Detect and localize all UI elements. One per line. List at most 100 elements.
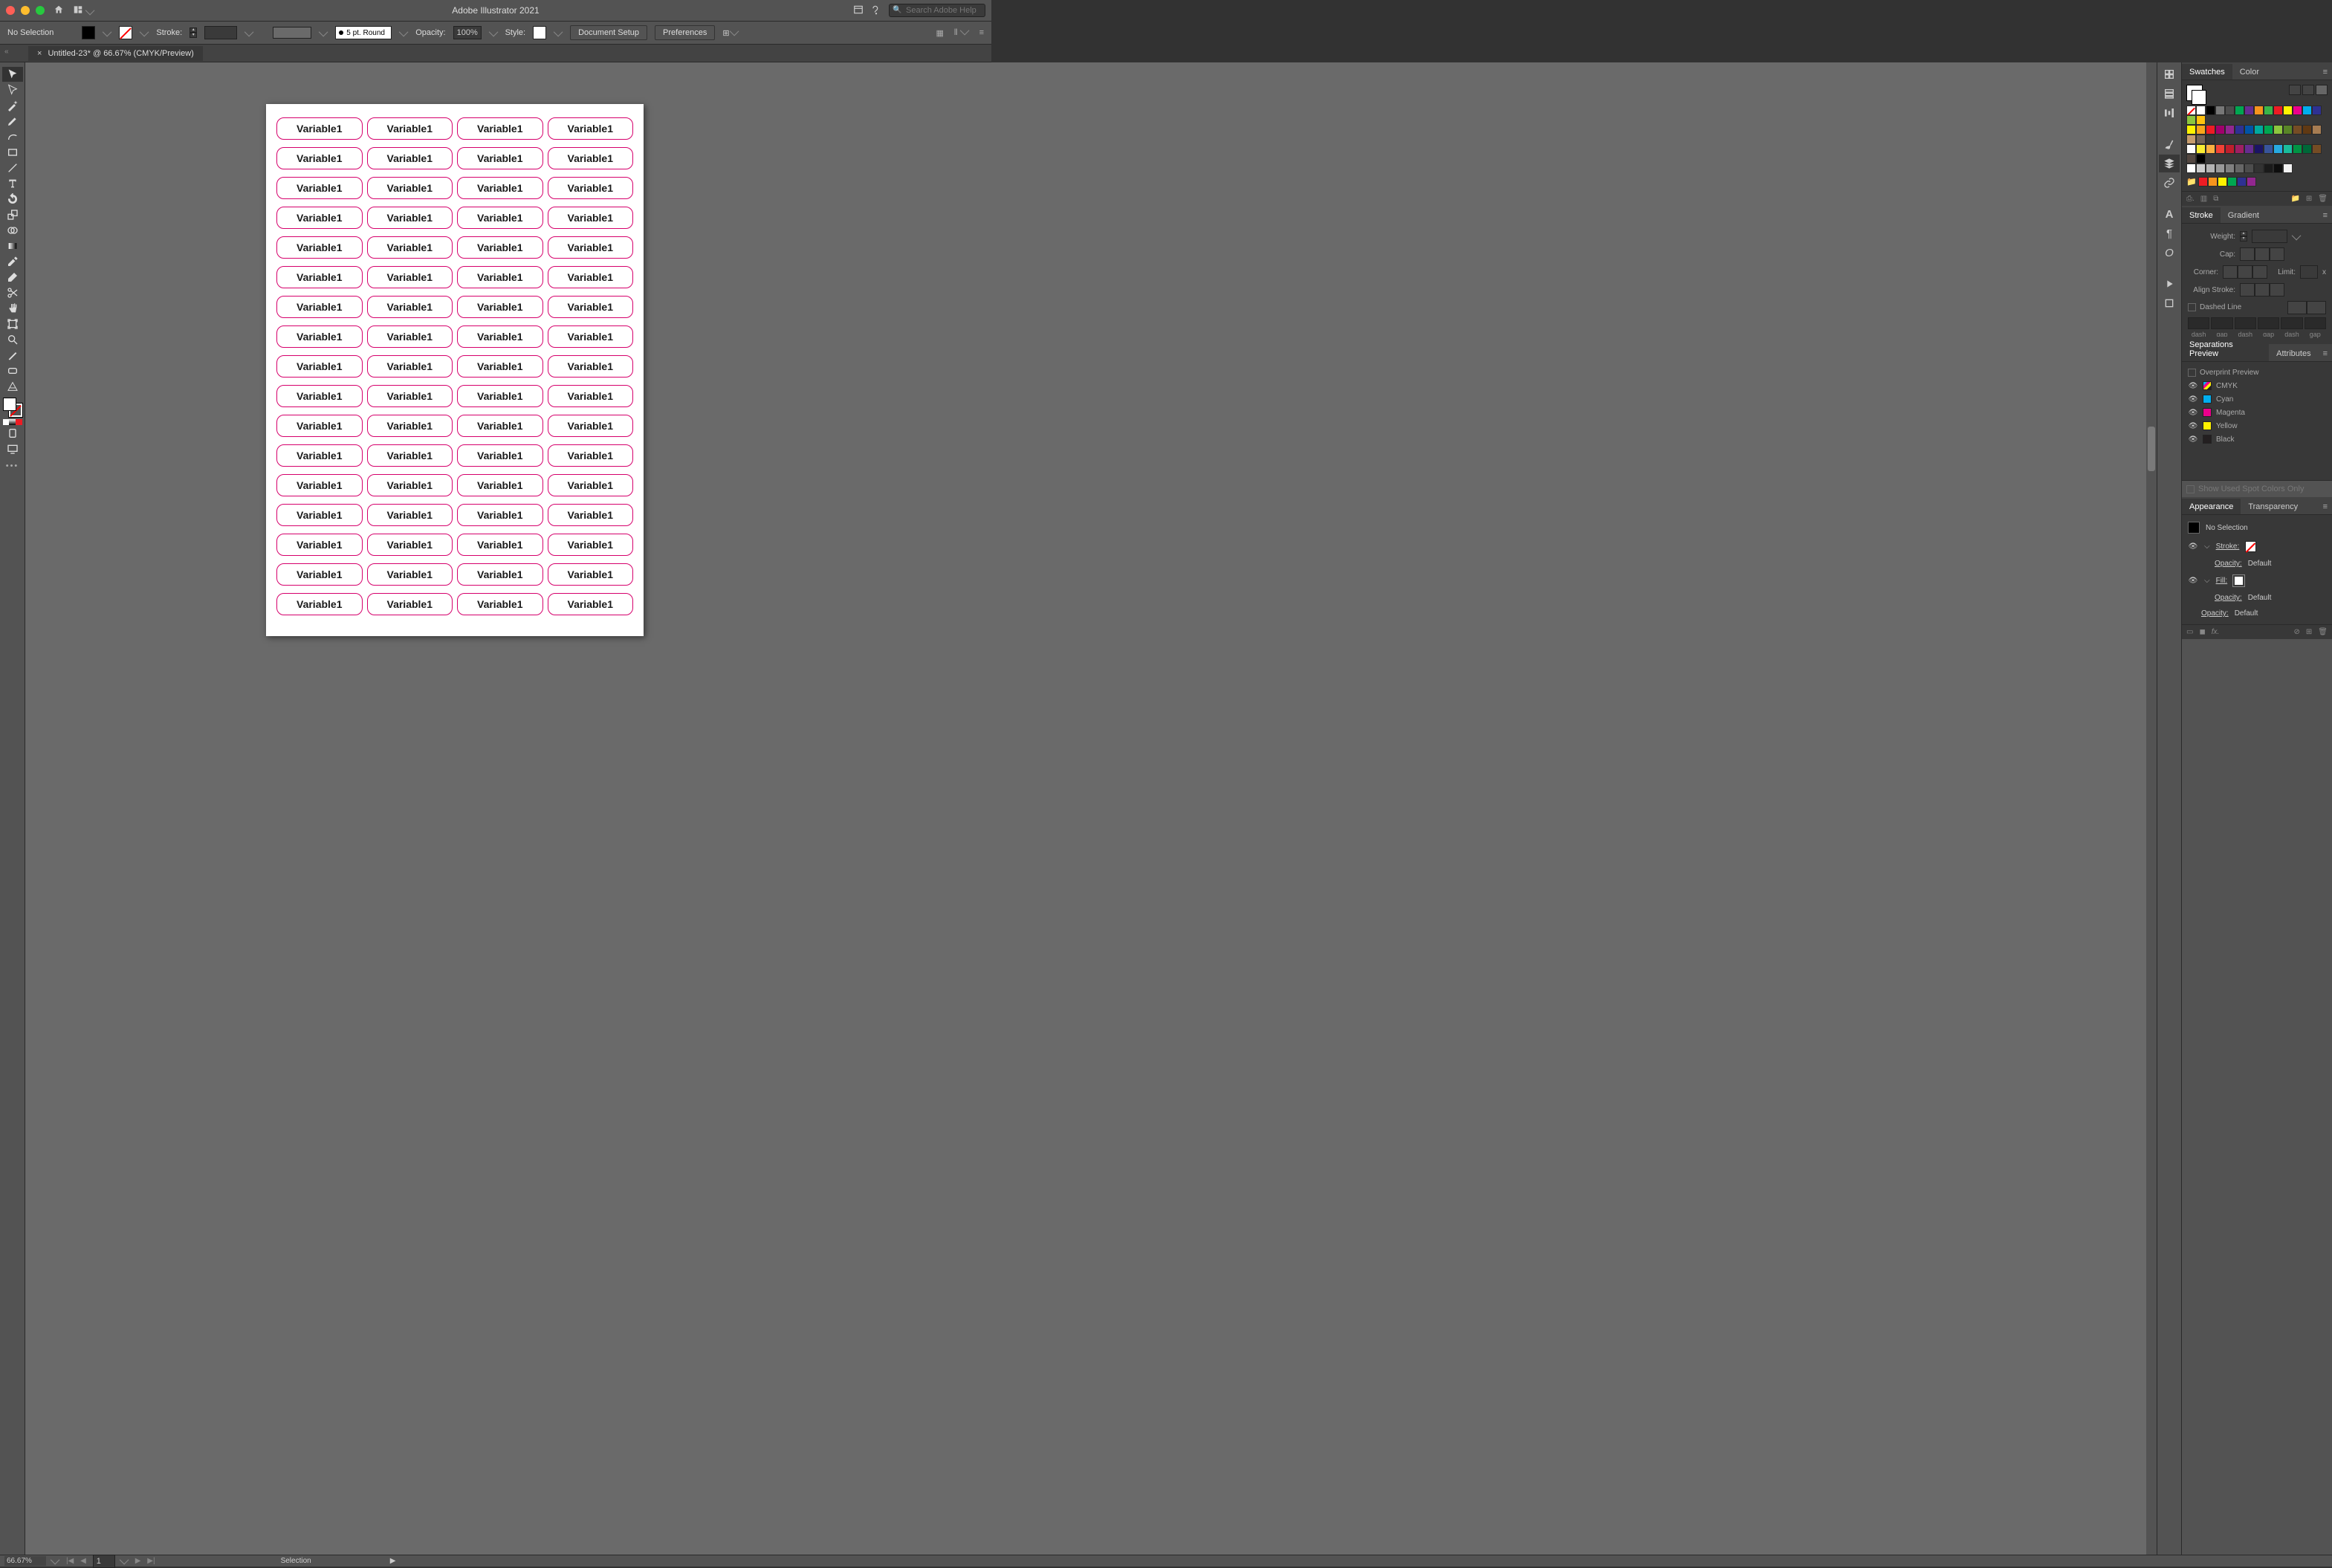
label-cell[interactable]: Variable1 bbox=[548, 534, 634, 556]
appearance-fill-label[interactable]: Fill: bbox=[2216, 577, 2228, 585]
tab-gradient[interactable]: Gradient bbox=[2221, 207, 2267, 223]
screen-mode-icon[interactable] bbox=[2, 441, 23, 456]
label-cell[interactable]: Variable1 bbox=[276, 325, 363, 348]
add-fill-icon[interactable]: ◼ bbox=[2199, 628, 2205, 636]
swatch-item[interactable] bbox=[2186, 154, 2196, 163]
swatch-item[interactable] bbox=[2312, 106, 2322, 115]
help-search-input[interactable] bbox=[889, 4, 985, 17]
label-cell[interactable]: Variable1 bbox=[548, 296, 634, 318]
swatch-item[interactable] bbox=[2264, 144, 2273, 154]
slice-tool-icon[interactable] bbox=[2, 348, 23, 363]
swatch-item[interactable] bbox=[2312, 125, 2322, 135]
appearance-stroke-label[interactable]: Stroke: bbox=[2216, 542, 2240, 551]
swatch-item[interactable] bbox=[2198, 177, 2208, 187]
label-cell[interactable]: Variable1 bbox=[457, 593, 543, 615]
align-panel-icon[interactable] bbox=[2159, 104, 2180, 122]
selection-tool-icon[interactable] bbox=[2, 67, 23, 82]
duplicate-item-icon[interactable]: ⊞ bbox=[2306, 628, 2312, 636]
swatch-item[interactable] bbox=[2225, 163, 2235, 173]
learn-icon[interactable] bbox=[871, 4, 881, 17]
prev-artboard-icon[interactable]: ◀ bbox=[78, 1557, 88, 1565]
swatch-item[interactable] bbox=[2244, 163, 2254, 173]
swatch-item[interactable] bbox=[2196, 115, 2206, 125]
appearance-fill-swatch[interactable] bbox=[2233, 575, 2244, 586]
gradient-tool-icon[interactable] bbox=[2, 239, 23, 253]
new-color-group-icon[interactable]: 📁 bbox=[2290, 195, 2299, 203]
label-cell[interactable]: Variable1 bbox=[367, 296, 453, 318]
delete-swatch-icon[interactable]: 🗑 bbox=[2318, 195, 2328, 203]
swatch-item[interactable] bbox=[2273, 163, 2283, 173]
overprint-preview-checkbox[interactable]: Overprint Preview bbox=[2188, 369, 2258, 377]
swatch-item[interactable] bbox=[2196, 163, 2206, 173]
scrollbar-thumb[interactable] bbox=[2148, 427, 2155, 471]
tab-appearance[interactable]: Appearance bbox=[2182, 499, 2241, 514]
brushes-panel-icon[interactable] bbox=[2159, 135, 2180, 153]
label-cell[interactable]: Variable1 bbox=[457, 236, 543, 259]
last-artboard-icon[interactable]: ▶| bbox=[145, 1557, 157, 1565]
label-cell[interactable]: Variable1 bbox=[548, 474, 634, 496]
label-cell[interactable]: Variable1 bbox=[367, 236, 453, 259]
swatch-item[interactable] bbox=[2206, 106, 2215, 115]
stroke-weight-stepper-panel[interactable]: ▴▾ bbox=[2240, 231, 2247, 242]
tab-separations[interactable]: Separations Preview bbox=[2182, 337, 2269, 361]
label-cell[interactable]: Variable1 bbox=[457, 415, 543, 437]
swatch-item[interactable] bbox=[2215, 106, 2225, 115]
swatch-item[interactable] bbox=[2283, 163, 2293, 173]
artboard-dropdown-icon[interactable] bbox=[120, 1555, 129, 1565]
swatch-item[interactable] bbox=[2235, 125, 2244, 135]
label-cell[interactable]: Variable1 bbox=[276, 266, 363, 288]
swatch-item[interactable] bbox=[2215, 144, 2225, 154]
perspective-tool-icon[interactable] bbox=[2, 379, 23, 394]
artboards-panel-icon[interactable] bbox=[2159, 294, 2180, 312]
tab-swatches[interactable]: Swatches bbox=[2182, 64, 2232, 80]
label-cell[interactable]: Variable1 bbox=[367, 355, 453, 378]
label-cell[interactable]: Variable1 bbox=[276, 474, 363, 496]
swatch-item[interactable] bbox=[2186, 125, 2196, 135]
label-cell[interactable]: Variable1 bbox=[367, 563, 453, 586]
stroke-weight-dropdown-icon[interactable] bbox=[244, 27, 254, 36]
align-to-icon[interactable]: ⊞ bbox=[722, 28, 738, 38]
align-stroke-buttons[interactable] bbox=[2240, 283, 2284, 297]
label-cell[interactable]: Variable1 bbox=[367, 415, 453, 437]
brush-dropdown-icon[interactable] bbox=[399, 27, 409, 36]
swatch-item[interactable] bbox=[2254, 106, 2264, 115]
label-cell[interactable]: Variable1 bbox=[367, 117, 453, 140]
dashed-line-checkbox[interactable]: Dashed Line bbox=[2188, 303, 2241, 311]
control-menu-icon[interactable]: ≡ bbox=[979, 28, 984, 38]
label-cell[interactable]: Variable1 bbox=[367, 444, 453, 467]
swatches-menu-icon[interactable]: ≡ bbox=[2319, 65, 2332, 80]
swatch-item[interactable] bbox=[2186, 163, 2196, 173]
label-cell[interactable]: Variable1 bbox=[548, 177, 634, 199]
label-cell[interactable]: Variable1 bbox=[548, 325, 634, 348]
swatch-item[interactable] bbox=[2215, 125, 2225, 135]
layers-panel-icon[interactable] bbox=[2159, 155, 2180, 172]
links-panel-icon[interactable] bbox=[2159, 174, 2180, 192]
graphic-style-swatch[interactable] bbox=[533, 26, 546, 39]
label-cell[interactable]: Variable1 bbox=[276, 117, 363, 140]
pen-tool-icon[interactable] bbox=[2, 114, 23, 129]
swatch-item[interactable] bbox=[2273, 125, 2283, 135]
swatch-item[interactable] bbox=[2225, 125, 2235, 135]
label-cell[interactable]: Variable1 bbox=[457, 563, 543, 586]
swatch-item[interactable] bbox=[2293, 125, 2302, 135]
swatch-options-icon[interactable]: ⧉ bbox=[2213, 195, 2218, 203]
ink-visibility-icon[interactable]: 👁 bbox=[2188, 409, 2198, 417]
label-cell[interactable]: Variable1 bbox=[276, 236, 363, 259]
next-artboard-icon[interactable]: ▶ bbox=[133, 1557, 143, 1565]
label-cell[interactable]: Variable1 bbox=[276, 534, 363, 556]
label-cell[interactable]: Variable1 bbox=[367, 593, 453, 615]
swatch-item[interactable] bbox=[2293, 144, 2302, 154]
style-dropdown-icon[interactable] bbox=[554, 27, 563, 36]
rectangle-tool-icon[interactable] bbox=[2, 145, 23, 160]
swatch-item[interactable] bbox=[2225, 106, 2235, 115]
swatch-item[interactable] bbox=[2218, 177, 2227, 187]
maximize-window-icon[interactable] bbox=[36, 6, 45, 15]
label-cell[interactable]: Variable1 bbox=[367, 207, 453, 229]
swatch-item[interactable] bbox=[2235, 163, 2244, 173]
label-cell[interactable]: Variable1 bbox=[457, 504, 543, 526]
swatch-item[interactable] bbox=[2302, 125, 2312, 135]
actions-panel-icon[interactable] bbox=[2159, 275, 2180, 293]
first-artboard-icon[interactable]: |◀ bbox=[64, 1557, 76, 1565]
status-play-icon[interactable]: ▶ bbox=[390, 1557, 396, 1565]
brush-definition[interactable]: 5 pt. Round bbox=[335, 26, 392, 39]
